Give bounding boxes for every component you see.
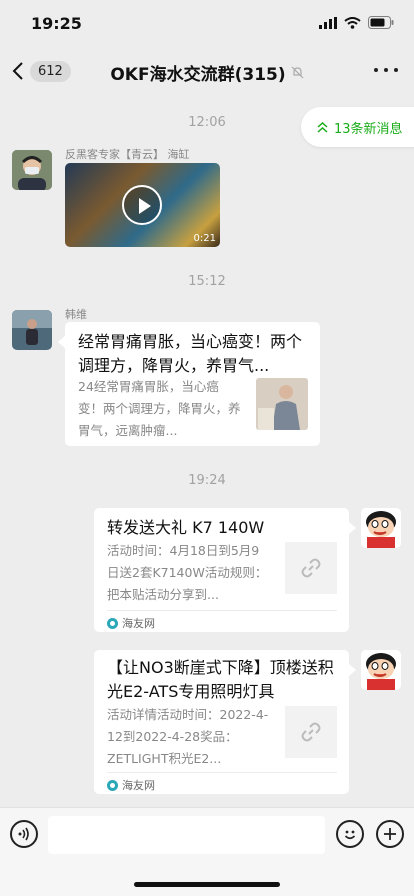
message-input[interactable] (48, 816, 325, 854)
card-source: 海友网 (122, 617, 155, 630)
link-thumbnail (285, 706, 337, 758)
link-card[interactable]: 转发送大礼 K7 140W 活动时间：4月18日到5月9日送2套K7140W活动… (94, 508, 356, 632)
double-chevron-up-icon (317, 121, 328, 133)
new-messages-label: 13条新消息 (334, 121, 403, 137)
more-icon (374, 68, 378, 72)
link-card[interactable]: 【让NO3断崖式下降】顶楼送积光E2-ATS专用照明灯具 活动详情活动时间：20… (94, 650, 356, 794)
card-source: 海友网 (122, 779, 155, 792)
sender-name: 反黑客专家【青云】 海缸 (65, 148, 190, 161)
emoji-icon (344, 830, 356, 840)
timestamp: 15:12 (188, 274, 226, 289)
voice-button[interactable] (10, 820, 38, 848)
link-icon (301, 558, 321, 578)
home-indicator[interactable] (134, 882, 280, 887)
source-logo-icon (107, 779, 118, 791)
card-description: 24经常胃痛胃胀，当心癌变！两个调理方，降胃火，养胃气，远离肿瘤... (78, 379, 241, 438)
add-button[interactable] (376, 820, 404, 848)
wifi-icon (344, 16, 361, 29)
battery-icon (368, 16, 394, 29)
signal-icon (319, 16, 337, 29)
nav-bar: 612 OKF海水交流群(315) (0, 48, 414, 94)
status-icons (319, 16, 394, 29)
new-messages-button[interactable]: 13条新消息 (301, 107, 414, 147)
cartoon-avatar-icon (361, 508, 401, 548)
my-avatar[interactable] (361, 508, 401, 548)
chat-title: OKF海水交流群(315) (110, 65, 286, 85)
card-description: 活动时间：4月18日到5月9日送2套K7140W活动规则：把本贴活动分享到... (107, 543, 268, 602)
more-button[interactable] (374, 60, 398, 80)
emoji-button[interactable] (336, 820, 364, 848)
voice-icon (18, 827, 29, 841)
person-avatar-icon (12, 150, 52, 190)
timestamp: 19:24 (188, 473, 226, 488)
article-card[interactable]: 经常胃痛胃胀，当心癌变！两个调理方，降胃火，养胃气... 24经常胃痛胃胀，当心… (58, 322, 320, 446)
article-thumbnail (256, 378, 308, 430)
sender-name: 韩维 (65, 308, 87, 321)
status-time: 19:25 (31, 14, 82, 33)
link-thumbnail (285, 542, 337, 594)
avatar[interactable] (12, 150, 52, 190)
link-icon (301, 722, 321, 742)
plus-icon (384, 828, 396, 840)
video-duration: 0:21 (193, 233, 216, 244)
source-logo-icon (107, 617, 118, 629)
person-avatar-icon (12, 310, 52, 350)
play-icon[interactable] (122, 185, 162, 225)
card-description: 活动详情活动时间：2022-4-12到2022-4-28奖品：ZETLIGHT积… (107, 707, 269, 766)
cartoon-avatar-icon (361, 650, 401, 690)
card-title: 【让NO3断崖式下降】顶楼送积光E2-ATS专用照明灯具 (107, 658, 334, 701)
my-avatar[interactable] (361, 650, 401, 690)
card-title: 经常胃痛胃胀，当心癌变！两个调理方，降胃火，养胃气... (78, 332, 303, 375)
card-title: 转发送大礼 K7 140W (107, 518, 265, 537)
avatar[interactable] (12, 310, 52, 350)
video-message[interactable]: 0:21 (65, 163, 220, 247)
status-bar: 19:25 (0, 0, 414, 48)
bell-off-icon (291, 66, 304, 79)
